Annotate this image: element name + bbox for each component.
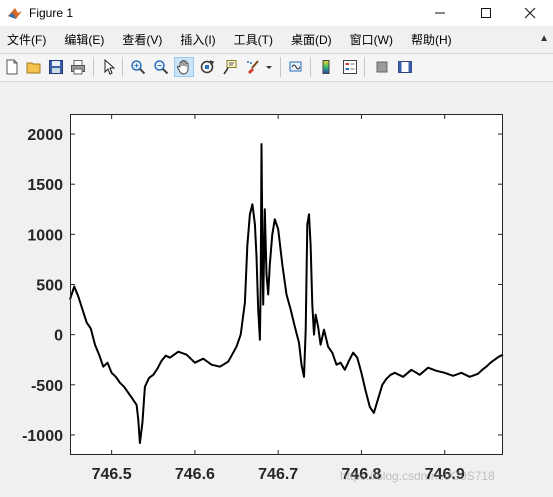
watermark-text: https://blog.csdn.net/G9S718 <box>340 469 495 483</box>
close-icon <box>524 7 536 19</box>
x-tick-label: 746.6 <box>175 466 215 483</box>
y-tick-label: -1000 <box>22 428 63 445</box>
zoom-in-icon <box>131 60 146 75</box>
window-title: Figure 1 <box>29 6 74 20</box>
hide-plot-tools-button[interactable] <box>372 57 392 77</box>
y-tick-label: 1500 <box>27 177 63 194</box>
link-plot-button[interactable] <box>286 57 306 77</box>
show-plot-tools-button[interactable] <box>395 57 415 77</box>
figure-canvas[interactable]: -1000 -500 0 500 1000 1500 2000 746.5 746.6 746.7… <box>0 82 553 497</box>
new-file-icon <box>6 59 18 75</box>
brush-button[interactable] <box>243 57 263 77</box>
close-button[interactable] <box>507 0 553 26</box>
toolbar-separator <box>93 57 94 77</box>
print-button[interactable] <box>68 57 88 77</box>
figure-toolbar <box>0 54 553 82</box>
colorbar-button[interactable] <box>316 57 336 77</box>
data-cursor-button[interactable] <box>220 57 240 77</box>
x-tick-label: 746.5 <box>92 466 132 483</box>
zoom-in-button[interactable] <box>128 57 148 77</box>
menu-edit[interactable]: 编辑(E) <box>59 31 109 48</box>
brush-icon <box>247 60 259 74</box>
edit-plot-button[interactable] <box>99 57 119 77</box>
pointer-arrow-icon <box>104 59 116 75</box>
menu-desktop[interactable]: 桌面(D) <box>286 31 337 48</box>
line-plot[interactable]: -1000 -500 0 500 1000 1500 2000 746.5 746.6 746.7… <box>0 82 553 497</box>
toolbar-separator <box>364 57 365 77</box>
y-tick-label: 1000 <box>27 227 63 244</box>
maximize-icon <box>481 8 491 18</box>
y-tick-label: 500 <box>36 278 63 295</box>
zoom-out-button[interactable] <box>151 57 171 77</box>
hand-pan-icon <box>177 60 189 75</box>
legend-icon <box>343 60 357 74</box>
minimize-icon <box>435 12 445 14</box>
matlab-figure-icon <box>8 8 22 19</box>
menu-insert[interactable]: 插入(I) <box>175 31 220 48</box>
menu-tools[interactable]: 工具(T) <box>229 31 278 48</box>
menu-help[interactable]: 帮助(H) <box>406 31 457 48</box>
window-titlebar: Figure 1 <box>0 0 553 26</box>
y-tick-label: 2000 <box>27 127 63 144</box>
link-plot-icon <box>289 61 302 72</box>
colorbar-icon <box>322 60 330 74</box>
minimize-button[interactable] <box>417 0 463 26</box>
menu-view[interactable]: 查看(V) <box>117 31 167 48</box>
y-tick-label: 0 <box>54 328 63 345</box>
maximize-button[interactable] <box>463 0 509 26</box>
open-file-button[interactable] <box>24 57 44 77</box>
menu-bar: 文件(F) 编辑(E) 查看(V) 插入(I) 工具(T) 桌面(D) 窗口(W… <box>0 26 553 54</box>
x-tick-label: 746.7 <box>258 466 298 483</box>
show-plot-tools-icon <box>398 61 412 73</box>
legend-button[interactable] <box>340 57 360 77</box>
hide-plot-tools-icon <box>376 61 388 73</box>
brush-dropdown[interactable] <box>263 57 275 77</box>
pan-button[interactable] <box>174 57 194 77</box>
new-figure-button[interactable] <box>2 57 22 77</box>
toolbar-separator <box>122 57 123 77</box>
toolbar-separator <box>310 57 311 77</box>
toolbar-separator <box>280 57 281 77</box>
save-button[interactable] <box>46 57 66 77</box>
menu-overflow-icon[interactable]: ▲ <box>539 33 549 44</box>
y-tick-label: -500 <box>31 378 63 395</box>
dropdown-arrow-icon <box>266 66 272 69</box>
menu-file[interactable]: 文件(F) <box>2 31 51 48</box>
save-icon <box>49 60 63 74</box>
rotate-icon <box>200 60 215 74</box>
zoom-out-icon <box>154 60 169 75</box>
data-cursor-icon <box>223 60 237 75</box>
folder-icon <box>26 62 41 74</box>
menu-window[interactable]: 窗口(W) <box>345 31 398 48</box>
printer-icon <box>71 60 85 75</box>
rotate-3d-button[interactable] <box>197 57 217 77</box>
